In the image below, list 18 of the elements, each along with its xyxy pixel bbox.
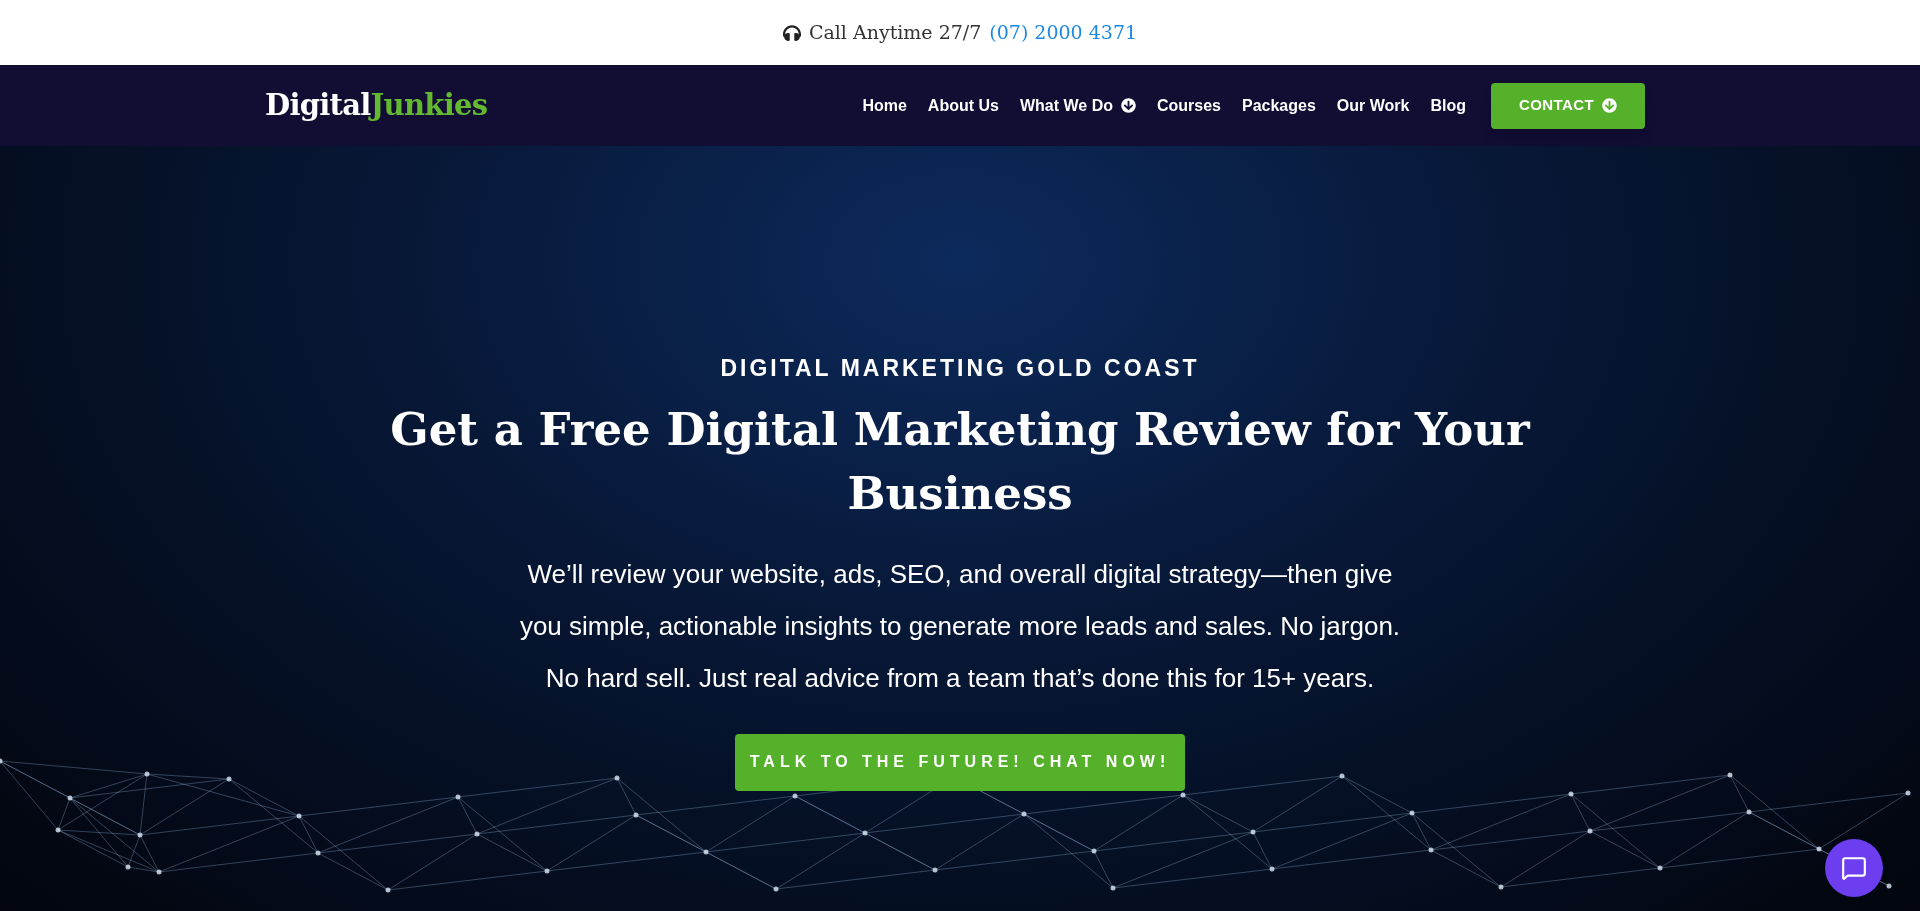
headphones-icon	[782, 23, 801, 42]
chat-icon	[1841, 855, 1867, 881]
logo[interactable]: DigitalJunkies	[265, 83, 488, 128]
nav-link[interactable]: Home	[862, 93, 907, 118]
nav-link[interactable]: About Us	[927, 93, 999, 118]
hero-description: We’ll review your website, ads, SEO, and overall digital strategy—then give you simple, actionable insights to generate more leads and sales. No jargon. No hard sell. Just real advice from a team that’s done this for 15+ years.	[518, 557, 1402, 695]
phone-link[interactable]: (07) 2000 4371	[989, 18, 1138, 47]
hero-title: Get a Free Digital Marketing Review for Your Business	[389, 401, 1532, 522]
nav-link[interactable]: Our Work	[1336, 93, 1410, 118]
dropdown-icon	[1120, 98, 1136, 113]
nav-link[interactable]: Courses	[1156, 93, 1221, 118]
arrow-down-icon	[1601, 98, 1617, 113]
nav-link[interactable]: Blog	[1430, 93, 1466, 118]
chat-button[interactable]	[1825, 839, 1883, 897]
nav-link[interactable]: Packages	[1242, 93, 1316, 118]
hero-eyebrow: DIGITAL MARKETING GOLD COAST	[720, 354, 1200, 383]
nav-link[interactable]: What We Do	[1019, 93, 1136, 118]
call-label: Call Anytime 27/7	[808, 20, 982, 46]
